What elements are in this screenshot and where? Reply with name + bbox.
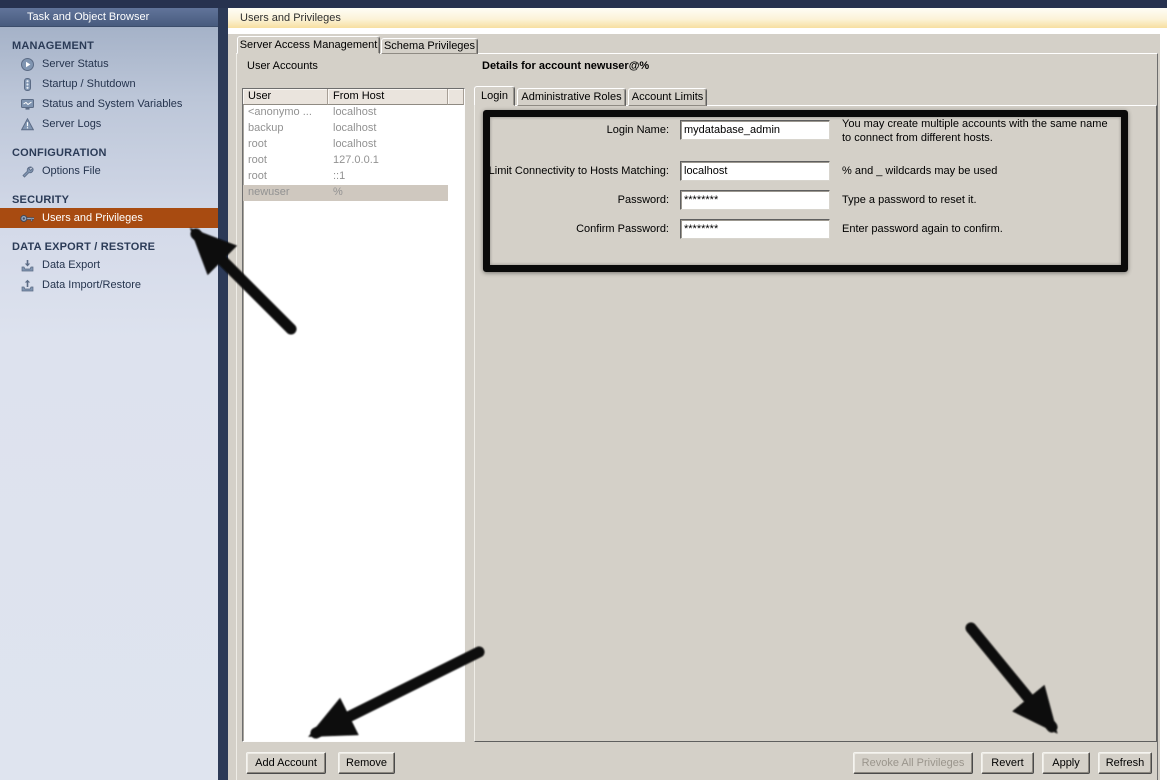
traffic-light-icon bbox=[20, 77, 34, 91]
login-name-hint: You may create multiple accounts with th… bbox=[842, 117, 1108, 145]
limit-hosts-input[interactable] bbox=[680, 161, 830, 181]
password-label: Password: bbox=[483, 190, 669, 210]
column-header-user[interactable]: User bbox=[243, 89, 328, 105]
section-title: CONFIGURATION bbox=[0, 145, 218, 161]
login-name-label: Login Name: bbox=[483, 120, 669, 140]
sidebar-item-server-status[interactable]: Server Status bbox=[0, 54, 218, 74]
cell-user: backup bbox=[243, 121, 328, 137]
list-header: User From Host bbox=[243, 89, 464, 105]
app-window: Task and Object Browser MANAGEMENT Serve… bbox=[0, 0, 1167, 780]
sidebar-item-label: Server Logs bbox=[42, 118, 101, 130]
column-header-stub bbox=[448, 89, 464, 105]
sidebar-item-label: Options File bbox=[42, 165, 101, 177]
section-title: SECURITY bbox=[0, 192, 218, 208]
sidebar-item-label: Status and System Variables bbox=[42, 98, 182, 110]
sidebar-item-data-export[interactable]: Data Export bbox=[0, 255, 218, 275]
cell-user: root bbox=[243, 137, 328, 153]
sidebar-item-label: Data Export bbox=[42, 259, 100, 271]
play-icon bbox=[20, 57, 34, 71]
sidebar-item-server-logs[interactable]: Server Logs bbox=[0, 114, 218, 134]
column-header-from-host[interactable]: From Host bbox=[328, 89, 448, 105]
sidebar-item-label: Users and Privileges bbox=[42, 212, 143, 224]
password-input[interactable] bbox=[680, 190, 830, 210]
sidebar-item-label: Server Status bbox=[42, 58, 109, 70]
add-account-button[interactable]: Add Account bbox=[246, 752, 326, 774]
cell-host: ::1 bbox=[328, 169, 448, 185]
window-top-strip bbox=[0, 0, 1167, 8]
login-name-input[interactable] bbox=[680, 120, 830, 140]
cell-host: 127.0.0.1 bbox=[328, 153, 448, 169]
limit-hosts-hint: % and _ wildcards may be used bbox=[842, 164, 997, 178]
cell-host: localhost bbox=[328, 121, 448, 137]
table-row[interactable]: root localhost bbox=[243, 137, 464, 153]
key-icon bbox=[20, 211, 34, 225]
confirm-password-hint: Enter password again to confirm. bbox=[842, 222, 1003, 236]
sidebar-divider bbox=[218, 8, 228, 780]
cell-host: localhost bbox=[328, 137, 448, 153]
sidebar-item-data-import[interactable]: Data Import/Restore bbox=[0, 275, 218, 295]
wrench-icon bbox=[20, 164, 34, 178]
details-heading: Details for account newuser@% bbox=[482, 60, 649, 72]
table-row[interactable]: <anonymo ... localhost bbox=[243, 105, 464, 121]
cell-host: localhost bbox=[328, 105, 448, 121]
import-icon bbox=[20, 278, 34, 292]
table-row[interactable]: root ::1 bbox=[243, 169, 464, 185]
sidebar-item-label: Data Import/Restore bbox=[42, 279, 141, 291]
apply-button[interactable]: Apply bbox=[1042, 752, 1090, 774]
tab-login[interactable]: Login bbox=[474, 86, 515, 106]
refresh-button[interactable]: Refresh bbox=[1098, 752, 1152, 774]
remove-button[interactable]: Remove bbox=[338, 752, 395, 774]
user-accounts-label: User Accounts bbox=[247, 60, 318, 72]
cell-user: <anonymo ... bbox=[243, 105, 328, 121]
sidebar-item-options-file[interactable]: Options File bbox=[0, 161, 218, 181]
confirm-password-input[interactable] bbox=[680, 219, 830, 239]
cell-user: newuser bbox=[243, 185, 328, 201]
tab-schema-privileges[interactable]: Schema Privileges bbox=[381, 38, 478, 54]
revert-button[interactable]: Revert bbox=[981, 752, 1034, 774]
section-title: MANAGEMENT bbox=[0, 38, 218, 54]
export-icon bbox=[20, 258, 34, 272]
revoke-all-privileges-button[interactable]: Revoke All Privileges bbox=[853, 752, 973, 774]
sidebar-section-security: SECURITY Users and Privileges bbox=[0, 192, 218, 228]
sidebar-section-management: MANAGEMENT Server Status Startup / Shutd… bbox=[0, 38, 218, 134]
sidebar-title: Task and Object Browser bbox=[0, 8, 218, 27]
sidebar-section-configuration: CONFIGURATION Options File bbox=[0, 145, 218, 181]
tab-administrative-roles[interactable]: Administrative Roles bbox=[517, 88, 626, 106]
table-row-selected[interactable]: newuser % bbox=[243, 185, 464, 201]
tab-account-limits[interactable]: Account Limits bbox=[628, 88, 707, 106]
limit-hosts-label: Limit Connectivity to Hosts Matching: bbox=[483, 161, 669, 181]
monitor-icon bbox=[20, 97, 34, 111]
sidebar-item-startup-shutdown[interactable]: Startup / Shutdown bbox=[0, 74, 218, 94]
panel-title: Users and Privileges bbox=[228, 8, 1167, 28]
cell-host: % bbox=[328, 185, 448, 201]
sidebar-item-status-variables[interactable]: Status and System Variables bbox=[0, 94, 218, 114]
table-row[interactable]: backup localhost bbox=[243, 121, 464, 137]
tab-server-access-management[interactable]: Server Access Management bbox=[237, 36, 380, 54]
confirm-password-label: Confirm Password: bbox=[483, 219, 669, 239]
warning-icon bbox=[20, 117, 34, 131]
table-row[interactable]: root 127.0.0.1 bbox=[243, 153, 464, 169]
sidebar-item-label: Startup / Shutdown bbox=[42, 78, 136, 90]
user-accounts-list[interactable]: User From Host <anonymo ... localhost ba… bbox=[242, 88, 465, 742]
cell-user: root bbox=[243, 153, 328, 169]
sidebar-section-data-export-restore: DATA EXPORT / RESTORE Data Export Data I… bbox=[0, 239, 218, 295]
sidebar: Task and Object Browser MANAGEMENT Serve… bbox=[0, 8, 218, 780]
password-hint: Type a password to reset it. bbox=[842, 193, 977, 207]
cell-user: root bbox=[243, 169, 328, 185]
section-title: DATA EXPORT / RESTORE bbox=[0, 239, 218, 255]
sidebar-item-users-privileges[interactable]: Users and Privileges bbox=[0, 208, 218, 228]
